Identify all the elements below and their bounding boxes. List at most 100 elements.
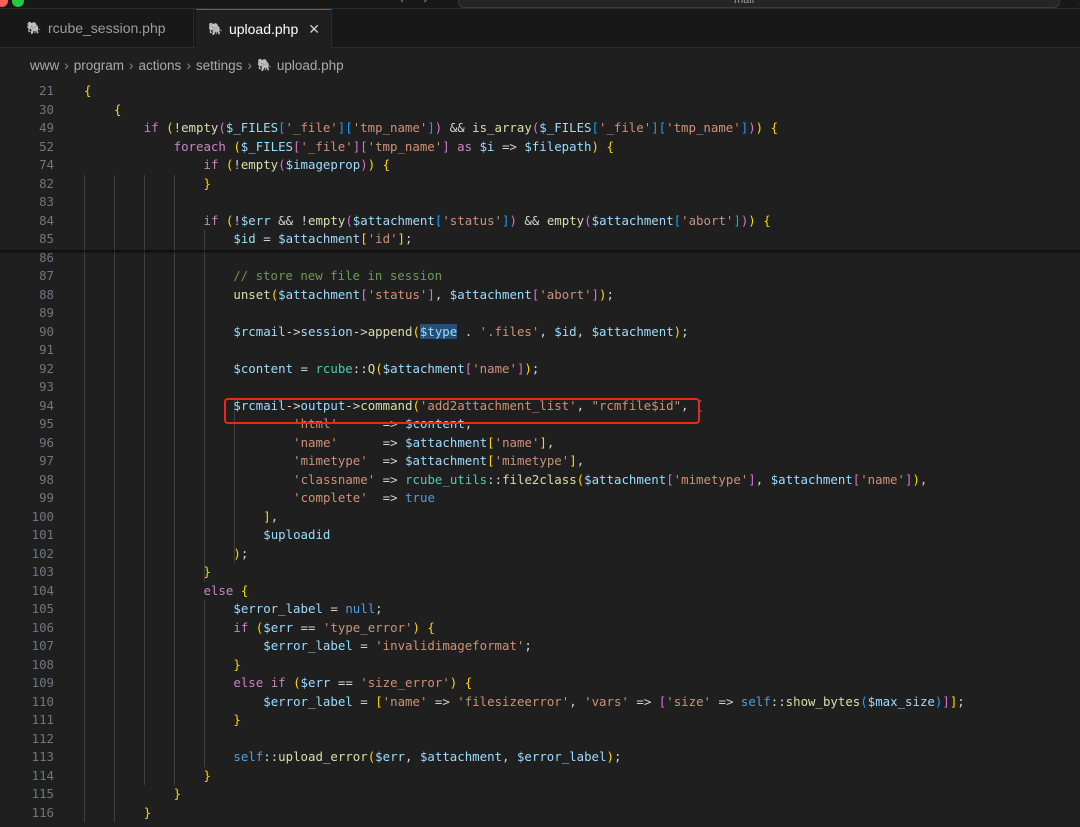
line-number: 90 xyxy=(39,323,54,339)
close-window-icon[interactable] xyxy=(0,0,8,7)
code-text: 'name' => $attachment['name'], xyxy=(293,434,555,450)
line-number: 101 xyxy=(31,527,54,542)
tab-rcube-session[interactable]: 🐘 rcube_session.php xyxy=(14,9,194,47)
line-number: 85 xyxy=(39,231,54,246)
code-line[interactable]: 100 ], xyxy=(0,508,1080,527)
code-line[interactable]: 103 } xyxy=(0,563,1080,582)
line-number: 104 xyxy=(31,582,54,598)
code-line[interactable]: 84 if (!$err && !empty($attachment['stat… xyxy=(0,212,1080,231)
line-number: 105 xyxy=(31,601,54,616)
code-line[interactable]: 99 'complete' => true xyxy=(0,489,1080,508)
code-line[interactable]: 85 $id = $attachment['id']; xyxy=(0,230,1080,249)
code-line[interactable]: 83 xyxy=(0,193,1080,212)
code-text: ); xyxy=(233,545,249,561)
code-line[interactable]: 30 { xyxy=(0,101,1080,120)
code-text: unset($attachment['status'], $attachment… xyxy=(233,286,614,302)
breadcrumb-settings[interactable]: settings xyxy=(196,58,243,73)
chevron-right-icon: › xyxy=(247,57,252,73)
line-number: 116 xyxy=(31,804,54,820)
code-line[interactable]: 91 xyxy=(0,341,1080,360)
zoom-window-icon[interactable] xyxy=(12,0,24,7)
code-text: } xyxy=(233,656,241,672)
code-text: $rcmail->session->append($type . '.files… xyxy=(233,323,689,339)
line-number: 103 xyxy=(31,564,54,579)
code-line[interactable]: 107 $error_label = 'invalidimageformat'; xyxy=(0,637,1080,656)
code-line[interactable]: 105 $error_label = null; xyxy=(0,600,1080,619)
code-line[interactable]: 114 } xyxy=(0,767,1080,786)
code-text: { xyxy=(84,83,92,98)
line-number: 89 xyxy=(39,305,54,320)
code-line[interactable]: 89 xyxy=(0,304,1080,323)
code-line[interactable]: 116 } xyxy=(0,804,1080,823)
php-elephant-icon: 🐘 xyxy=(208,22,223,36)
line-number: 107 xyxy=(31,638,54,653)
title-bar: ‹ › mail ◔ xyxy=(0,0,1080,9)
tab-upload[interactable]: 🐘 upload.php ✕ xyxy=(196,9,332,48)
code-line[interactable]: 111 } xyxy=(0,711,1080,730)
line-number: 93 xyxy=(39,379,54,394)
code-line[interactable]: 21 { xyxy=(0,82,1080,101)
code-text: $id = $attachment['id']; xyxy=(233,231,413,246)
code-text: } xyxy=(173,786,182,801)
code-text: if (!empty($_FILES['_file']['tmp_name'])… xyxy=(143,120,779,135)
line-number: 110 xyxy=(31,693,54,709)
tab-label: rcube_session.php xyxy=(48,20,166,36)
line-number: 98 xyxy=(39,471,54,487)
code-text: } xyxy=(143,804,152,820)
breadcrumb-www[interactable]: www xyxy=(30,58,59,73)
code-text: ], xyxy=(263,508,279,524)
code-text: } xyxy=(203,564,211,579)
code-line[interactable]: 110 $error_label = ['name' => 'filesizee… xyxy=(0,693,1080,712)
code-line[interactable]: 87 // store new file in session xyxy=(0,267,1080,286)
code-line[interactable]: 93 xyxy=(0,378,1080,397)
code-line[interactable]: 101 $uploadid xyxy=(0,526,1080,545)
code-text: 'classname' => rcube_utils::file2class($… xyxy=(293,471,928,487)
code-text: else { xyxy=(203,582,249,598)
code-text: $error_label = null; xyxy=(233,601,383,616)
tab-label: upload.php xyxy=(228,21,299,37)
line-number: 91 xyxy=(39,342,54,357)
code-line[interactable]: 49 if (!empty($_FILES['_file']['tmp_name… xyxy=(0,119,1080,138)
editor-tab-bar: 🐘 rcube_session.php 🐘 upload.php ✕ xyxy=(0,9,1080,48)
code-line[interactable]: 82 } xyxy=(0,175,1080,194)
code-line[interactable]: 112 xyxy=(0,730,1080,749)
code-line[interactable]: 115 } xyxy=(0,785,1080,804)
code-line[interactable]: 98 'classname' => rcube_utils::file2clas… xyxy=(0,471,1080,490)
code-line[interactable]: 108 } xyxy=(0,656,1080,675)
nav-arrows[interactable]: ‹ › xyxy=(400,0,435,6)
code-text: self::upload_error($err, $attachment, $e… xyxy=(233,749,622,764)
chevron-right-icon: › xyxy=(186,57,191,73)
command-center-search[interactable]: mail xyxy=(458,0,1060,8)
line-number: 87 xyxy=(39,268,54,283)
line-number: 102 xyxy=(31,545,54,561)
code-line[interactable]: 113 self::upload_error($err, $attachment… xyxy=(0,748,1080,767)
line-number: 113 xyxy=(31,749,54,764)
close-tab-icon[interactable]: ✕ xyxy=(308,21,320,38)
breadcrumb-file[interactable]: upload.php xyxy=(277,58,344,73)
code-line[interactable]: 106 if ($err == 'type_error') { xyxy=(0,619,1080,638)
code-line[interactable]: 104 else { xyxy=(0,582,1080,601)
code-text: 'complete' => true xyxy=(293,490,435,505)
code-text: foreach ($_FILES['_file']['tmp_name'] as… xyxy=(173,138,614,154)
code-line[interactable]: 102 ); xyxy=(0,545,1080,564)
code-text: else if ($err == 'size_error') { xyxy=(233,675,473,690)
line-number: 108 xyxy=(31,656,54,672)
code-line[interactable]: 52 foreach ($_FILES['_file']['tmp_name']… xyxy=(0,138,1080,157)
line-number: 49 xyxy=(39,120,54,135)
code-line[interactable]: 90 $rcmail->session->append($type . '.fi… xyxy=(0,323,1080,342)
breadcrumb: www › program › actions › settings › 🐘 u… xyxy=(30,54,344,76)
code-text: $error_label = 'invalidimageformat'; xyxy=(263,638,532,653)
code-editor[interactable]: 116 } 115 } 114 } 113 self::upload_error($e… xyxy=(0,82,1080,827)
line-number: 94 xyxy=(39,397,54,413)
code-line[interactable]: 74 if (!empty($imageprop)) { xyxy=(0,156,1080,175)
code-text: if (!empty($imageprop)) { xyxy=(203,157,391,172)
line-number: 74 xyxy=(39,157,54,172)
code-line[interactable]: 109 else if ($err == 'size_error') { xyxy=(0,674,1080,693)
breadcrumb-actions[interactable]: actions xyxy=(139,58,182,73)
code-line[interactable]: 92 $content = rcube::Q($attachment['name… xyxy=(0,360,1080,379)
code-line[interactable]: 88 unset($attachment['status'], $attachm… xyxy=(0,286,1080,305)
code-line[interactable]: 97 'mimetype' => $attachment['mimetype']… xyxy=(0,452,1080,471)
breadcrumb-program[interactable]: program xyxy=(74,58,124,73)
line-number: 97 xyxy=(39,453,54,468)
code-line[interactable]: 96 'name' => $attachment['name'], xyxy=(0,434,1080,453)
